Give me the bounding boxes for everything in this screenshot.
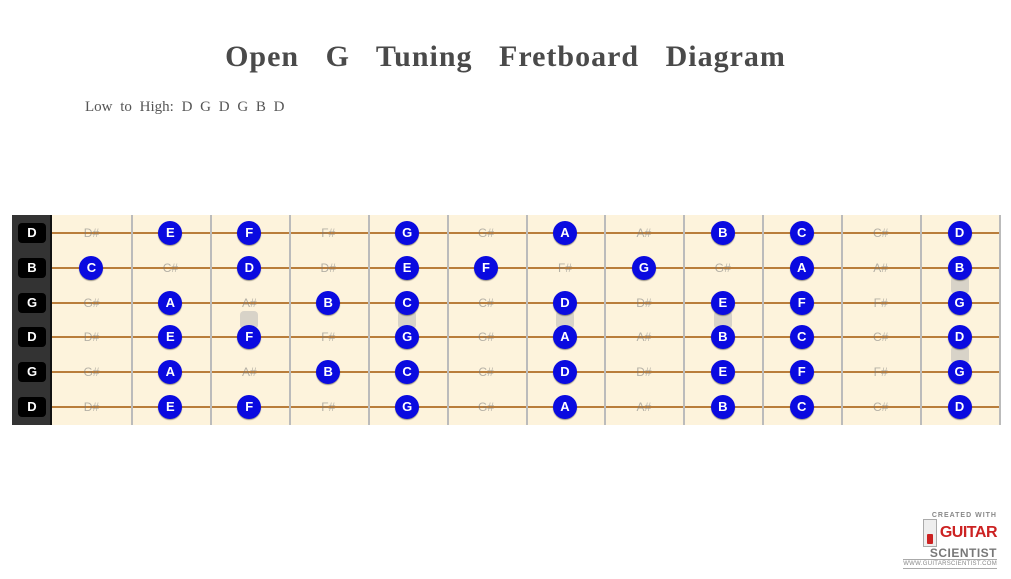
note-ghost: C#: [873, 400, 888, 414]
note-ghost: A#: [873, 261, 888, 275]
page-title: Open G Tuning Fretboard Diagram: [0, 40, 1011, 74]
open-note-tag: D: [18, 397, 46, 417]
tuning-subtitle: Low to High: D G D G B D: [85, 99, 1011, 116]
note-dot: E: [158, 395, 182, 419]
note-ghost: G#: [83, 365, 99, 379]
note-dot: F: [237, 325, 261, 349]
note-dot: D: [553, 291, 577, 315]
note-dot: A: [158, 360, 182, 384]
note-dot: C: [790, 325, 814, 349]
note-dot: G: [395, 395, 419, 419]
note-dot: B: [711, 325, 735, 349]
note-ghost: A#: [637, 400, 652, 414]
fret-line: [526, 215, 528, 425]
note-dot: B: [711, 221, 735, 245]
note-dot: F: [790, 360, 814, 384]
nut: [12, 215, 52, 425]
note-dot: D: [948, 395, 972, 419]
fret-line: [604, 215, 606, 425]
open-note-tag: G: [18, 362, 46, 382]
note-dot: D: [948, 221, 972, 245]
logo-brand2: SCIENTIST: [903, 547, 997, 559]
fret-line: [210, 215, 212, 425]
note-ghost: F#: [558, 261, 572, 275]
note-dot: B: [711, 395, 735, 419]
note-dot: B: [316, 360, 340, 384]
note-ghost: F#: [321, 400, 335, 414]
fret-line: [762, 215, 764, 425]
note-dot: F: [237, 221, 261, 245]
note-dot: D: [553, 360, 577, 384]
note-dot: G: [948, 291, 972, 315]
note-ghost: C#: [163, 261, 178, 275]
watermark-logo: CREATED WITH GUITAR SCIENTIST WWW.GUITAR…: [903, 512, 997, 569]
note-dot: E: [711, 291, 735, 315]
note-dot: E: [711, 360, 735, 384]
note-dot: B: [948, 256, 972, 280]
note-ghost: C#: [478, 296, 493, 310]
note-dot: G: [632, 256, 656, 280]
note-dot: C: [395, 291, 419, 315]
note-ghost: F#: [874, 365, 888, 379]
open-note-tag: B: [18, 258, 46, 278]
note-ghost: A#: [242, 296, 257, 310]
fretboard-diagram: DBGDGDD#EFF#GG#AA#BCC#DCC#DD#EFF#GG#AA#B…: [12, 215, 999, 425]
note-dot: A: [790, 256, 814, 280]
open-note-tag: D: [18, 223, 46, 243]
note-ghost: G#: [478, 226, 494, 240]
fret-line: [683, 215, 685, 425]
fret-line: [920, 215, 922, 425]
note-dot: D: [948, 325, 972, 349]
note-dot: A: [553, 395, 577, 419]
fret-line: [131, 215, 133, 425]
fret-line: [289, 215, 291, 425]
note-dot: F: [237, 395, 261, 419]
logo-created: CREATED WITH: [903, 512, 997, 519]
note-ghost: F#: [874, 296, 888, 310]
note-ghost: F#: [321, 226, 335, 240]
note-ghost: A#: [637, 330, 652, 344]
fret-line: [368, 215, 370, 425]
note-ghost: D#: [636, 365, 651, 379]
note-ghost: D#: [321, 261, 336, 275]
note-dot: D: [237, 256, 261, 280]
note-ghost: C#: [873, 330, 888, 344]
note-dot: E: [158, 325, 182, 349]
note-ghost: G#: [478, 330, 494, 344]
fret-line: [447, 215, 449, 425]
note-dot: C: [395, 360, 419, 384]
note-dot: F: [474, 256, 498, 280]
logo-url: WWW.GUITARSCIENTIST.COM: [903, 559, 997, 569]
fret-line: [999, 215, 1001, 425]
note-dot: G: [395, 325, 419, 349]
note-dot: G: [395, 221, 419, 245]
note-ghost: D#: [84, 226, 99, 240]
open-note-tag: D: [18, 327, 46, 347]
note-ghost: C#: [478, 365, 493, 379]
note-dot: F: [790, 291, 814, 315]
note-dot: C: [790, 395, 814, 419]
note-dot: A: [553, 221, 577, 245]
note-dot: A: [158, 291, 182, 315]
open-note-tag: G: [18, 293, 46, 313]
note-dot: C: [790, 221, 814, 245]
note-dot: E: [158, 221, 182, 245]
note-ghost: G#: [478, 400, 494, 414]
note-dot: A: [553, 325, 577, 349]
note-ghost: G#: [715, 261, 731, 275]
note-ghost: A#: [242, 365, 257, 379]
logo-icon: [923, 519, 937, 547]
note-ghost: A#: [637, 226, 652, 240]
note-dot: C: [79, 256, 103, 280]
note-ghost: G#: [83, 296, 99, 310]
note-ghost: F#: [321, 330, 335, 344]
note-ghost: C#: [873, 226, 888, 240]
note-dot: E: [395, 256, 419, 280]
fret-line: [841, 215, 843, 425]
note-dot: B: [316, 291, 340, 315]
note-dot: G: [948, 360, 972, 384]
note-ghost: D#: [84, 330, 99, 344]
note-ghost: D#: [636, 296, 651, 310]
note-ghost: D#: [84, 400, 99, 414]
